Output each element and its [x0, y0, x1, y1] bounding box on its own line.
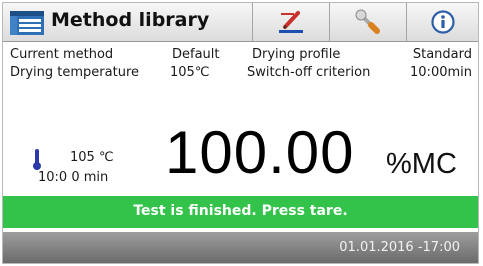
edit-button[interactable] [253, 3, 330, 41]
tools-button[interactable] [330, 3, 407, 41]
result-value: 100.00 [165, 119, 355, 186]
info-icon [430, 10, 455, 34]
status-message-bar: Test is finished. Press tare. [3, 196, 478, 228]
status-message: Test is finished. Press tare. [133, 203, 348, 219]
current-method-label: Current method [10, 47, 114, 62]
current-temperature: 105 ℃ [70, 150, 114, 165]
current-method-value: Default [172, 47, 220, 62]
header-bar: Method library [3, 3, 478, 42]
method-library-title[interactable]: Method library [3, 3, 253, 41]
footer-bar: 01.01.2016 -17:00 [3, 232, 478, 263]
thermometer-icon [33, 149, 41, 170]
info-row-2: Drying temperature 105℃ Switch-off crite… [10, 64, 472, 82]
drying-temperature-label: Drying temperature [10, 65, 139, 80]
switch-off-label: Switch-off criterion [247, 65, 371, 80]
pen-icon [279, 11, 303, 33]
page-title: Method library [51, 9, 210, 31]
drying-profile-value: Standard [412, 47, 472, 62]
library-icon [10, 11, 44, 35]
info-button[interactable] [407, 3, 478, 41]
method-info-panel: Current method Default Drying profile St… [10, 46, 472, 82]
switch-off-value: 10:00min [410, 65, 472, 80]
wrench-icon [355, 9, 380, 34]
result-unit: %MC [386, 148, 457, 180]
info-row-1: Current method Default Drying profile St… [10, 46, 472, 64]
drying-profile-label: Drying profile [252, 47, 341, 62]
datetime: 01.01.2016 -17:00 [339, 240, 460, 255]
elapsed-time: 10:0 0 min [38, 170, 109, 185]
drying-temperature-value: 105℃ [170, 65, 210, 80]
